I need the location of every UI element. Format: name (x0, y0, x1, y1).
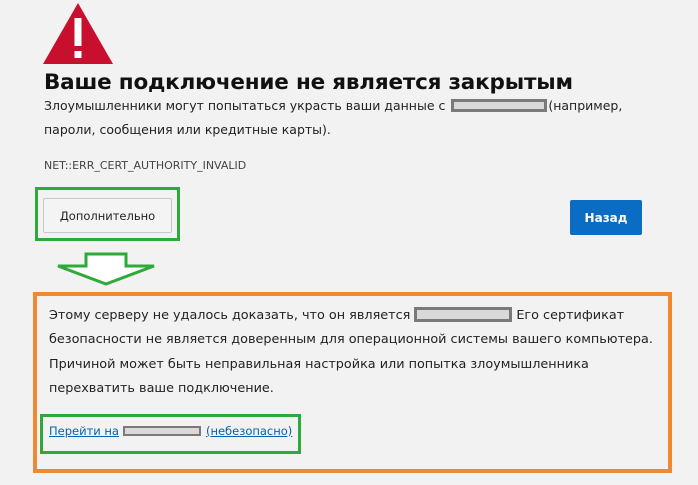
warning-description: Злоумышленники могут попытаться украсть … (44, 94, 644, 142)
redacted-hostname (451, 98, 548, 112)
details-text: Этому серверу не удалось доказать, что о… (49, 304, 659, 401)
details-text-start: Этому серверу не удалось доказать, что о… (49, 308, 411, 323)
proceed-link-suffix: (небезопасно) (205, 424, 293, 438)
proceed-unsafe-link[interactable]: Перейти на (небезопасно) (49, 424, 292, 438)
error-code: NET::ERR_CERT_AUTHORITY_INVALID (44, 159, 247, 172)
warning-triangle-icon (43, 3, 113, 64)
down-arrow-icon (57, 252, 155, 286)
back-button[interactable]: Назад (570, 200, 642, 235)
redacted-hostname (414, 306, 513, 322)
proceed-link-prefix: Перейти на (49, 424, 119, 438)
page-title: Ваше подключение не является закрытым (44, 70, 573, 95)
advanced-button[interactable]: Дополнительно (43, 198, 172, 233)
description-text-start: Злоумышленники могут попытаться украсть … (44, 98, 450, 113)
redacted-hostname (122, 425, 201, 436)
